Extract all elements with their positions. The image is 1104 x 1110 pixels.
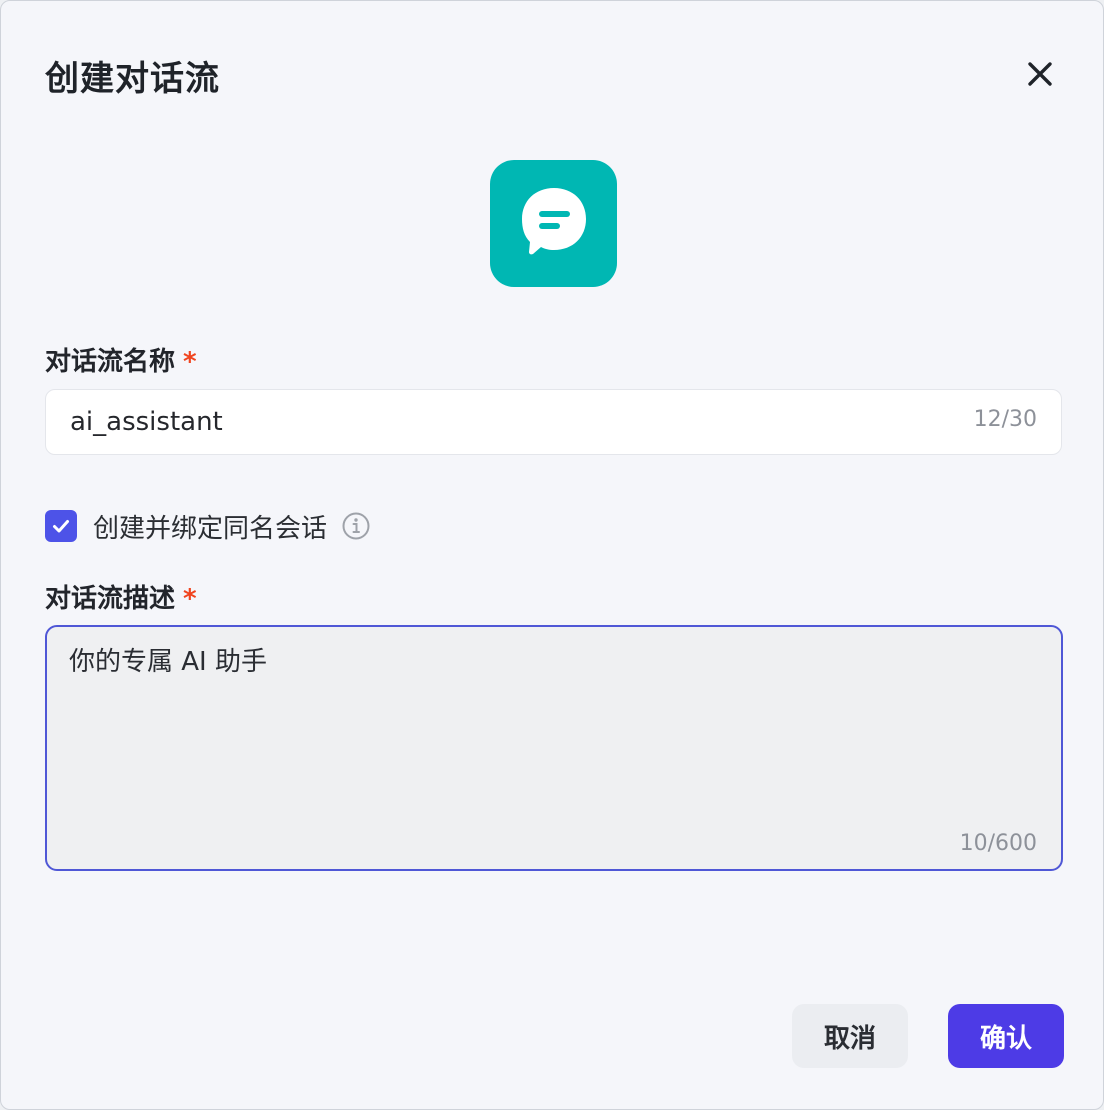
required-mark: * — [183, 584, 197, 614]
close-icon — [1028, 62, 1052, 86]
info-icon[interactable] — [341, 511, 371, 541]
create-workflow-dialog: 创建对话流 对话流名称* 12/30 创建并绑定同名会话 — [0, 0, 1104, 1110]
description-field[interactable]: 你的专属 AI 助手 10/600 — [45, 625, 1063, 871]
check-icon — [53, 520, 69, 533]
confirm-button[interactable]: 确认 — [948, 1004, 1064, 1068]
required-mark: * — [183, 347, 197, 377]
bind-conversation-option: 创建并绑定同名会话 — [45, 507, 371, 545]
bind-conversation-checkbox[interactable] — [45, 510, 77, 542]
name-input[interactable] — [70, 390, 950, 454]
name-field[interactable]: 12/30 — [45, 389, 1062, 455]
dialog-title: 创建对话流 — [45, 59, 220, 99]
description-char-counter: 10/600 — [959, 831, 1037, 856]
description-field-label: 对话流描述 * — [45, 578, 197, 615]
name-char-counter: 12/30 — [973, 407, 1037, 432]
cancel-button[interactable]: 取消 — [792, 1004, 908, 1068]
app-icon[interactable] — [490, 160, 617, 287]
close-button[interactable] — [1020, 54, 1060, 94]
name-label-text: 对话流名称 — [45, 347, 176, 377]
description-textarea[interactable]: 你的专属 AI 助手 — [69, 641, 1029, 811]
bind-conversation-label[interactable]: 创建并绑定同名会话 — [93, 508, 327, 545]
chat-bubble-icon — [521, 187, 586, 254]
name-field-label: 对话流名称 * — [45, 341, 197, 378]
description-label-text: 对话流描述 — [45, 584, 176, 614]
